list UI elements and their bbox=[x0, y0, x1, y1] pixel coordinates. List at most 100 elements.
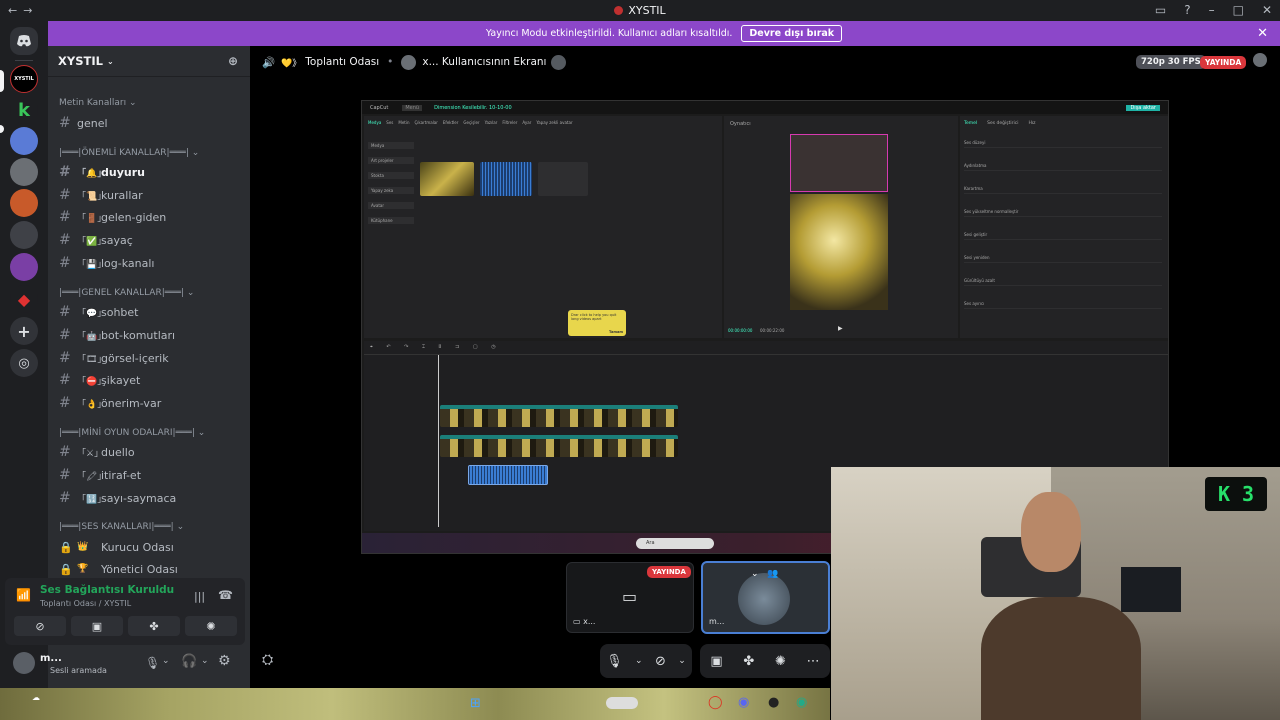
category-voice[interactable]: |═══|SES KANALLARI|═══| ⌄ bbox=[59, 522, 184, 532]
close-window-icon[interactable]: ✕ bbox=[1262, 3, 1272, 17]
server-grey-icon[interactable] bbox=[10, 221, 38, 249]
hash-icon: # bbox=[59, 350, 71, 366]
capcut-side-item: Kütüphane bbox=[368, 217, 414, 224]
server-purple-icon[interactable] bbox=[10, 253, 38, 281]
channel-duyuru[interactable]: # 「🔔」 duyuru bbox=[59, 162, 245, 182]
media-thumbnail-audio bbox=[480, 162, 532, 196]
weather-widget[interactable]: ☁ bbox=[32, 693, 40, 702]
capcut-toolbar-item: Çıkartmalar bbox=[414, 120, 438, 125]
channel-genel[interactable]: # genel bbox=[59, 113, 245, 133]
channel-kurallar[interactable]: # 「📜」 kurallar bbox=[59, 185, 245, 205]
soundboard-button[interactable]: ✺ bbox=[185, 616, 237, 636]
category-label: Metin Kanalları bbox=[59, 98, 127, 108]
close-banner-icon[interactable]: ✕ bbox=[1257, 26, 1268, 41]
channel-log[interactable]: # 「💾」 log-kanalı bbox=[59, 253, 245, 273]
app-taskbar-icon-2[interactable]: ◉ bbox=[796, 695, 807, 710]
participant-tile-1[interactable]: YAYINDA ▭ ▭ x... bbox=[566, 562, 694, 633]
discord-taskbar-icon[interactable]: ◉ bbox=[738, 695, 749, 710]
invite-people-icon[interactable]: ⛭ bbox=[262, 652, 273, 668]
server-k-icon[interactable]: k bbox=[10, 96, 38, 124]
disable-streamer-mode-button[interactable]: Devre dışı bırak bbox=[741, 25, 843, 42]
voice-header: 🔊 💛》 Toplantı Odası • x... Kullanıcısını… bbox=[250, 46, 1280, 78]
chevron-down-icon[interactable]: ⌄ bbox=[678, 656, 686, 666]
channel-itiraf[interactable]: # 「🖍」 itiraf-et bbox=[59, 465, 245, 485]
chevron-down-icon[interactable]: ⌄ bbox=[635, 656, 643, 666]
participant-tile-2[interactable]: ⌄ 👥 m... bbox=[701, 561, 830, 634]
channel-label: kurallar bbox=[101, 188, 143, 202]
share-screen-button[interactable]: ▣ bbox=[71, 616, 123, 636]
unread-pill bbox=[0, 125, 4, 133]
capcut-toolbar-item: Yazılar bbox=[484, 120, 498, 125]
inbox-icon[interactable]: ▭ bbox=[1155, 3, 1166, 17]
chevron-down-icon[interactable]: ⌄ bbox=[751, 569, 759, 579]
viewer-avatar bbox=[551, 54, 567, 70]
voice-location[interactable]: Toplantı Odası / XYSTIL bbox=[40, 599, 131, 608]
avatar[interactable] bbox=[13, 652, 35, 674]
channel-gorsel[interactable]: # 「🎞」 görsel-içerik bbox=[59, 348, 245, 368]
settings-gear-icon[interactable]: ⚙ bbox=[218, 653, 231, 669]
timeline-video-clip-2 bbox=[440, 435, 678, 457]
channel-oneri[interactable]: # 「👌」 önerim-var bbox=[59, 393, 245, 413]
webcam-overlay-counter: K 3 bbox=[1205, 477, 1267, 511]
headphones-icon[interactable]: 🎧 bbox=[181, 654, 197, 669]
discover-icon[interactable]: ◎ bbox=[10, 349, 38, 377]
channel-sayac[interactable]: # 「✅」 sayaç bbox=[59, 230, 245, 250]
webcam-face bbox=[1021, 492, 1081, 572]
camera-off-icon[interactable]: ⊘ bbox=[655, 654, 666, 669]
webcam-body bbox=[981, 597, 1141, 720]
chevron-down-icon[interactable]: ⌄ bbox=[162, 656, 170, 666]
channel-gelen-giden[interactable]: # 「🚪」 gelen-giden bbox=[59, 207, 245, 227]
invite-icon[interactable]: ⊕ bbox=[228, 54, 238, 68]
windows-start-icon[interactable]: ⊞ bbox=[470, 696, 481, 711]
channel-sohbet[interactable]: # 「💬」 sohbet bbox=[59, 302, 245, 322]
taskbar-search[interactable] bbox=[606, 697, 638, 709]
category-text-channels[interactable]: Metin Kanalları ⌄ bbox=[59, 98, 137, 108]
server-xystil-icon[interactable]: XYSTIL bbox=[10, 65, 38, 93]
camera-off-button[interactable]: ⊘ bbox=[14, 616, 66, 636]
properties-tab: Temel bbox=[964, 121, 978, 126]
guild-header[interactable]: XYSTIL ⌄ ⊕ bbox=[48, 46, 250, 77]
add-server-icon[interactable]: + bbox=[10, 317, 38, 345]
scroll-icon: 「📜」 bbox=[77, 191, 107, 202]
preview-overlay bbox=[790, 134, 888, 192]
viewer-avatar[interactable] bbox=[1253, 53, 1267, 67]
channel-label: Yönetici Odası bbox=[101, 562, 178, 576]
soundboard-icon[interactable]: ✺ bbox=[775, 654, 786, 669]
activities-button[interactable]: ✤ bbox=[128, 616, 180, 636]
people-icon[interactable]: 👥 bbox=[767, 569, 778, 579]
server-orange-icon[interactable] bbox=[10, 189, 38, 217]
channel-duello[interactable]: # 「⚔」 duello bbox=[59, 442, 245, 462]
server-red-icon[interactable]: ◆ bbox=[10, 285, 38, 313]
disconnect-icon[interactable]: ☎ bbox=[218, 588, 233, 602]
microphone-icon[interactable]: 🎙 bbox=[145, 656, 160, 670]
category-important[interactable]: |═══|ÖNEMLİ KANALLAR|═══| ⌄ bbox=[59, 148, 199, 158]
voice-channel-yonetici[interactable]: 🔒 🏆 Yönetici Odası bbox=[59, 559, 245, 579]
help-icon[interactable]: ? bbox=[1184, 3, 1190, 17]
channel-sayi[interactable]: # 「🔢」 sayı-saymaca bbox=[59, 488, 245, 508]
microphone-icon[interactable]: 🎙 bbox=[606, 654, 623, 669]
app-taskbar-icon[interactable]: ● bbox=[768, 695, 779, 710]
discord-home-icon[interactable] bbox=[10, 27, 38, 55]
voice-channel-name[interactable]: Toplantı Odası bbox=[305, 56, 379, 68]
channel-label: gelen-giden bbox=[101, 210, 167, 224]
channel-label: duello bbox=[101, 445, 135, 459]
category-general[interactable]: |═══|GENEL KANALLAR|═══| ⌄ bbox=[59, 288, 194, 298]
number-icon: 「🔢」 bbox=[77, 494, 107, 505]
maximize-icon[interactable]: □ bbox=[1233, 3, 1244, 17]
minimize-icon[interactable]: – bbox=[1209, 3, 1215, 17]
chevron-down-icon[interactable]: ⌄ bbox=[201, 656, 209, 666]
category-mini-games[interactable]: |═══|MİNİ OYUN ODALARI|═══| ⌄ bbox=[59, 428, 205, 438]
channel-sikayet[interactable]: # 「⛔」 şikayet bbox=[59, 370, 245, 390]
noise-suppression-icon[interactable]: ||| bbox=[194, 590, 205, 603]
voice-channel-kurucu[interactable]: 🔒 👑 Kurucu Odası bbox=[59, 537, 245, 557]
more-options-icon[interactable]: ⋯ bbox=[807, 654, 820, 669]
channel-bot[interactable]: # 「🤖」 bot-komutları bbox=[59, 325, 245, 345]
server-anime-icon[interactable] bbox=[10, 127, 38, 155]
server-dark-icon[interactable] bbox=[10, 158, 38, 186]
opera-icon[interactable]: ◯ bbox=[708, 695, 723, 710]
screen-share-icon[interactable]: ▣ bbox=[710, 654, 722, 669]
mic-camera-controls: 🎙 ⌄ ⊘ ⌄ bbox=[600, 644, 692, 678]
voice-status[interactable]: Ses Bağlantısı Kuruldu bbox=[40, 584, 174, 596]
channel-label: sayı-saymaca bbox=[101, 491, 177, 505]
activities-icon[interactable]: ✤ bbox=[743, 654, 754, 669]
